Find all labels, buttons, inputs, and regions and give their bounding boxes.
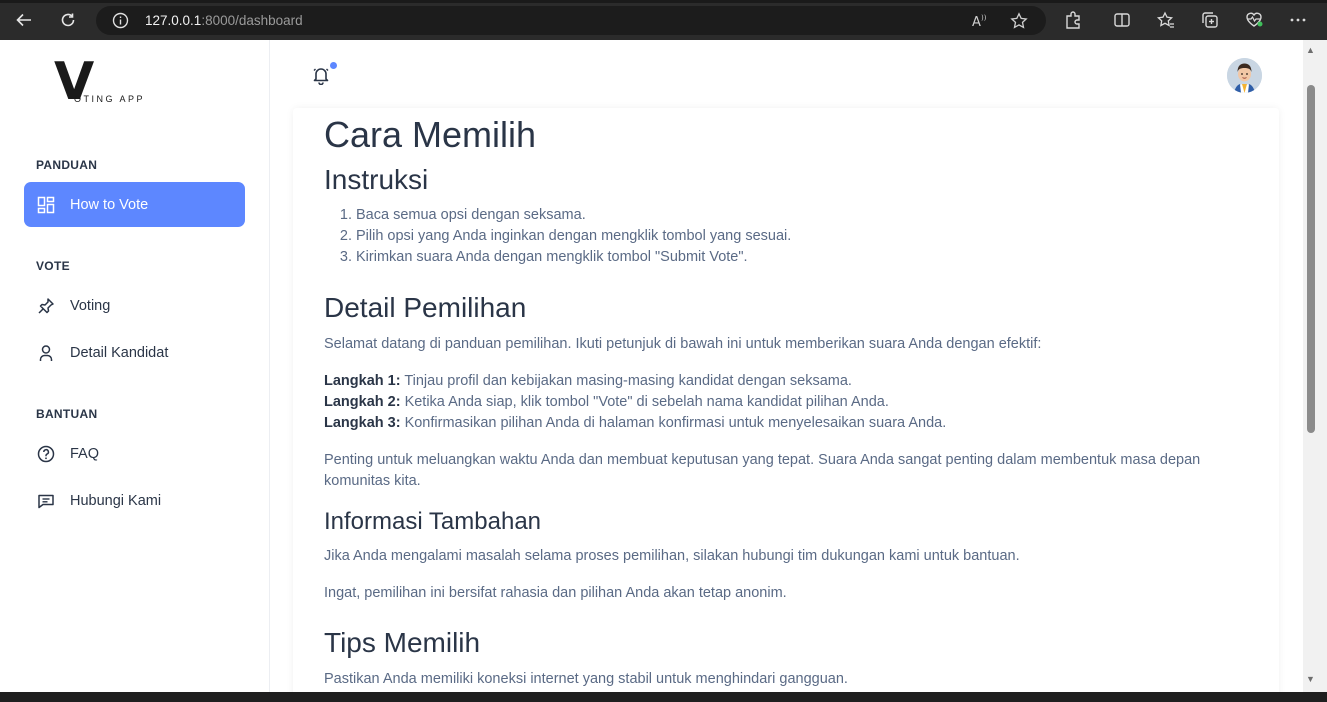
step-label: Langkah 1: xyxy=(324,373,401,389)
tab-strip xyxy=(0,0,1327,3)
url-path: :8000/dashboard xyxy=(201,13,303,28)
instruction-list: Baca semua opsi dengan seksama. Pilih op… xyxy=(356,205,791,268)
split-screen-icon[interactable] xyxy=(1112,10,1132,30)
step-label: Langkah 2: xyxy=(324,394,401,410)
browser-toolbar: 127.0.0.1:8000/dashboard A)) xyxy=(0,0,1327,40)
detail-note: Penting untuk meluangkan waktu Anda dan … xyxy=(324,452,1201,489)
heading-tips-memilih: Tips Memilih xyxy=(324,627,481,658)
user-icon xyxy=(36,343,56,363)
step-text: Tinjau profil dan kebijakan masing-masin… xyxy=(400,373,852,389)
taskbar-strip xyxy=(0,692,1327,702)
sidebar-item-label: How to Vote xyxy=(70,196,149,213)
heading-informasi-tambahan: Informasi Tambahan xyxy=(324,508,542,535)
step-item: Langkah 2: Ketika Anda siap, klik tombol… xyxy=(324,392,1244,413)
info-paragraph-2: Ingat, pemilihan ini bersifat rahasia da… xyxy=(324,585,787,601)
avatar[interactable] xyxy=(1227,58,1262,93)
list-item: Kirimkan suara Anda dengan mengklik tomb… xyxy=(356,247,791,268)
heading-instruksi: Instruksi xyxy=(324,164,429,195)
back-icon[interactable] xyxy=(12,8,36,32)
svg-text:A: A xyxy=(972,15,981,30)
pin-icon xyxy=(36,296,56,316)
sidebar-item-faq[interactable]: FAQ xyxy=(24,431,245,476)
url-host: 127.0.0.1 xyxy=(145,13,202,28)
scroll-up-icon[interactable]: ▲ xyxy=(1306,45,1315,55)
reload-icon[interactable] xyxy=(56,8,80,32)
sidebar-item-how-to-vote[interactable]: How to Vote xyxy=(24,182,245,227)
sidebar-item-label: Voting xyxy=(70,297,111,314)
step-item: Langkah 1: Tinjau profil dan kebijakan m… xyxy=(324,371,1244,392)
tips-paragraph-1: Pastikan Anda memiliki koneksi internet … xyxy=(324,671,848,687)
info-paragraph-1: Jika Anda mengalami masalah selama prose… xyxy=(324,548,1020,564)
notification-bell-icon[interactable] xyxy=(311,62,337,87)
page-title: Cara Memilih xyxy=(324,114,537,155)
section-title-panduan: PANDUAN xyxy=(36,158,98,172)
step-label: Langkah 3: xyxy=(324,415,401,431)
address-bar[interactable]: 127.0.0.1:8000/dashboard A)) xyxy=(96,6,1046,35)
help-circle-icon xyxy=(36,444,56,464)
sidebar-item-label: FAQ xyxy=(70,445,100,462)
section-title-bantuan: BANTUAN xyxy=(36,407,98,421)
scroll-down-icon[interactable]: ▼ xyxy=(1306,674,1315,684)
sidebar: V OTING APP PANDUAN How to Vote VOTE Vot… xyxy=(0,40,270,692)
list-item: Baca semua opsi dengan seksama. xyxy=(356,205,791,226)
sidebar-item-voting[interactable]: Voting xyxy=(24,283,245,328)
favorite-star-icon[interactable] xyxy=(1010,12,1028,30)
step-text: Ketika Anda siap, klik tombol "Vote" di … xyxy=(400,394,889,410)
message-icon xyxy=(36,491,56,511)
page-scrollbar[interactable]: ▲ ▼ xyxy=(1303,40,1327,692)
sidebar-item-label: Hubungi Kami xyxy=(70,492,162,509)
read-aloud-icon[interactable]: A)) xyxy=(971,12,989,30)
list-item: Pilih opsi yang Anda inginkan dengan men… xyxy=(356,226,791,247)
health-icon[interactable] xyxy=(1244,10,1264,30)
more-options-icon[interactable] xyxy=(1288,10,1308,30)
notification-dot xyxy=(330,62,337,69)
step-text: Konfirmasikan pilihan Anda di halaman ko… xyxy=(400,415,947,431)
sidebar-item-label: Detail Kandidat xyxy=(70,344,169,361)
sidebar-item-hubungi-kami[interactable]: Hubungi Kami xyxy=(24,478,245,523)
step-item: Langkah 3: Konfirmasikan pilihan Anda di… xyxy=(324,413,1244,434)
favorites-icon[interactable] xyxy=(1156,10,1176,30)
step-list: Langkah 1: Tinjau profil dan kebijakan m… xyxy=(324,371,1244,434)
heading-detail-pemilihan: Detail Pemilihan xyxy=(324,292,527,323)
page-viewport: V OTING APP PANDUAN How to Vote VOTE Vot… xyxy=(0,40,1318,692)
detail-intro: Selamat datang di panduan pemilihan. Iku… xyxy=(324,336,1042,352)
svg-text:)): )) xyxy=(981,14,987,22)
extensions-icon[interactable] xyxy=(1063,10,1083,30)
app-logo[interactable]: V OTING APP xyxy=(54,56,174,108)
dashboard-icon xyxy=(36,195,56,215)
section-title-vote: VOTE xyxy=(36,259,70,273)
sidebar-item-detail-kandidat[interactable]: Detail Kandidat xyxy=(24,330,245,375)
logo-text: OTING APP xyxy=(74,94,146,104)
collections-icon[interactable] xyxy=(1200,10,1220,30)
scrollbar-thumb[interactable] xyxy=(1307,85,1315,433)
info-icon[interactable] xyxy=(112,12,129,29)
url-text: 127.0.0.1:8000/dashboard xyxy=(145,13,303,28)
